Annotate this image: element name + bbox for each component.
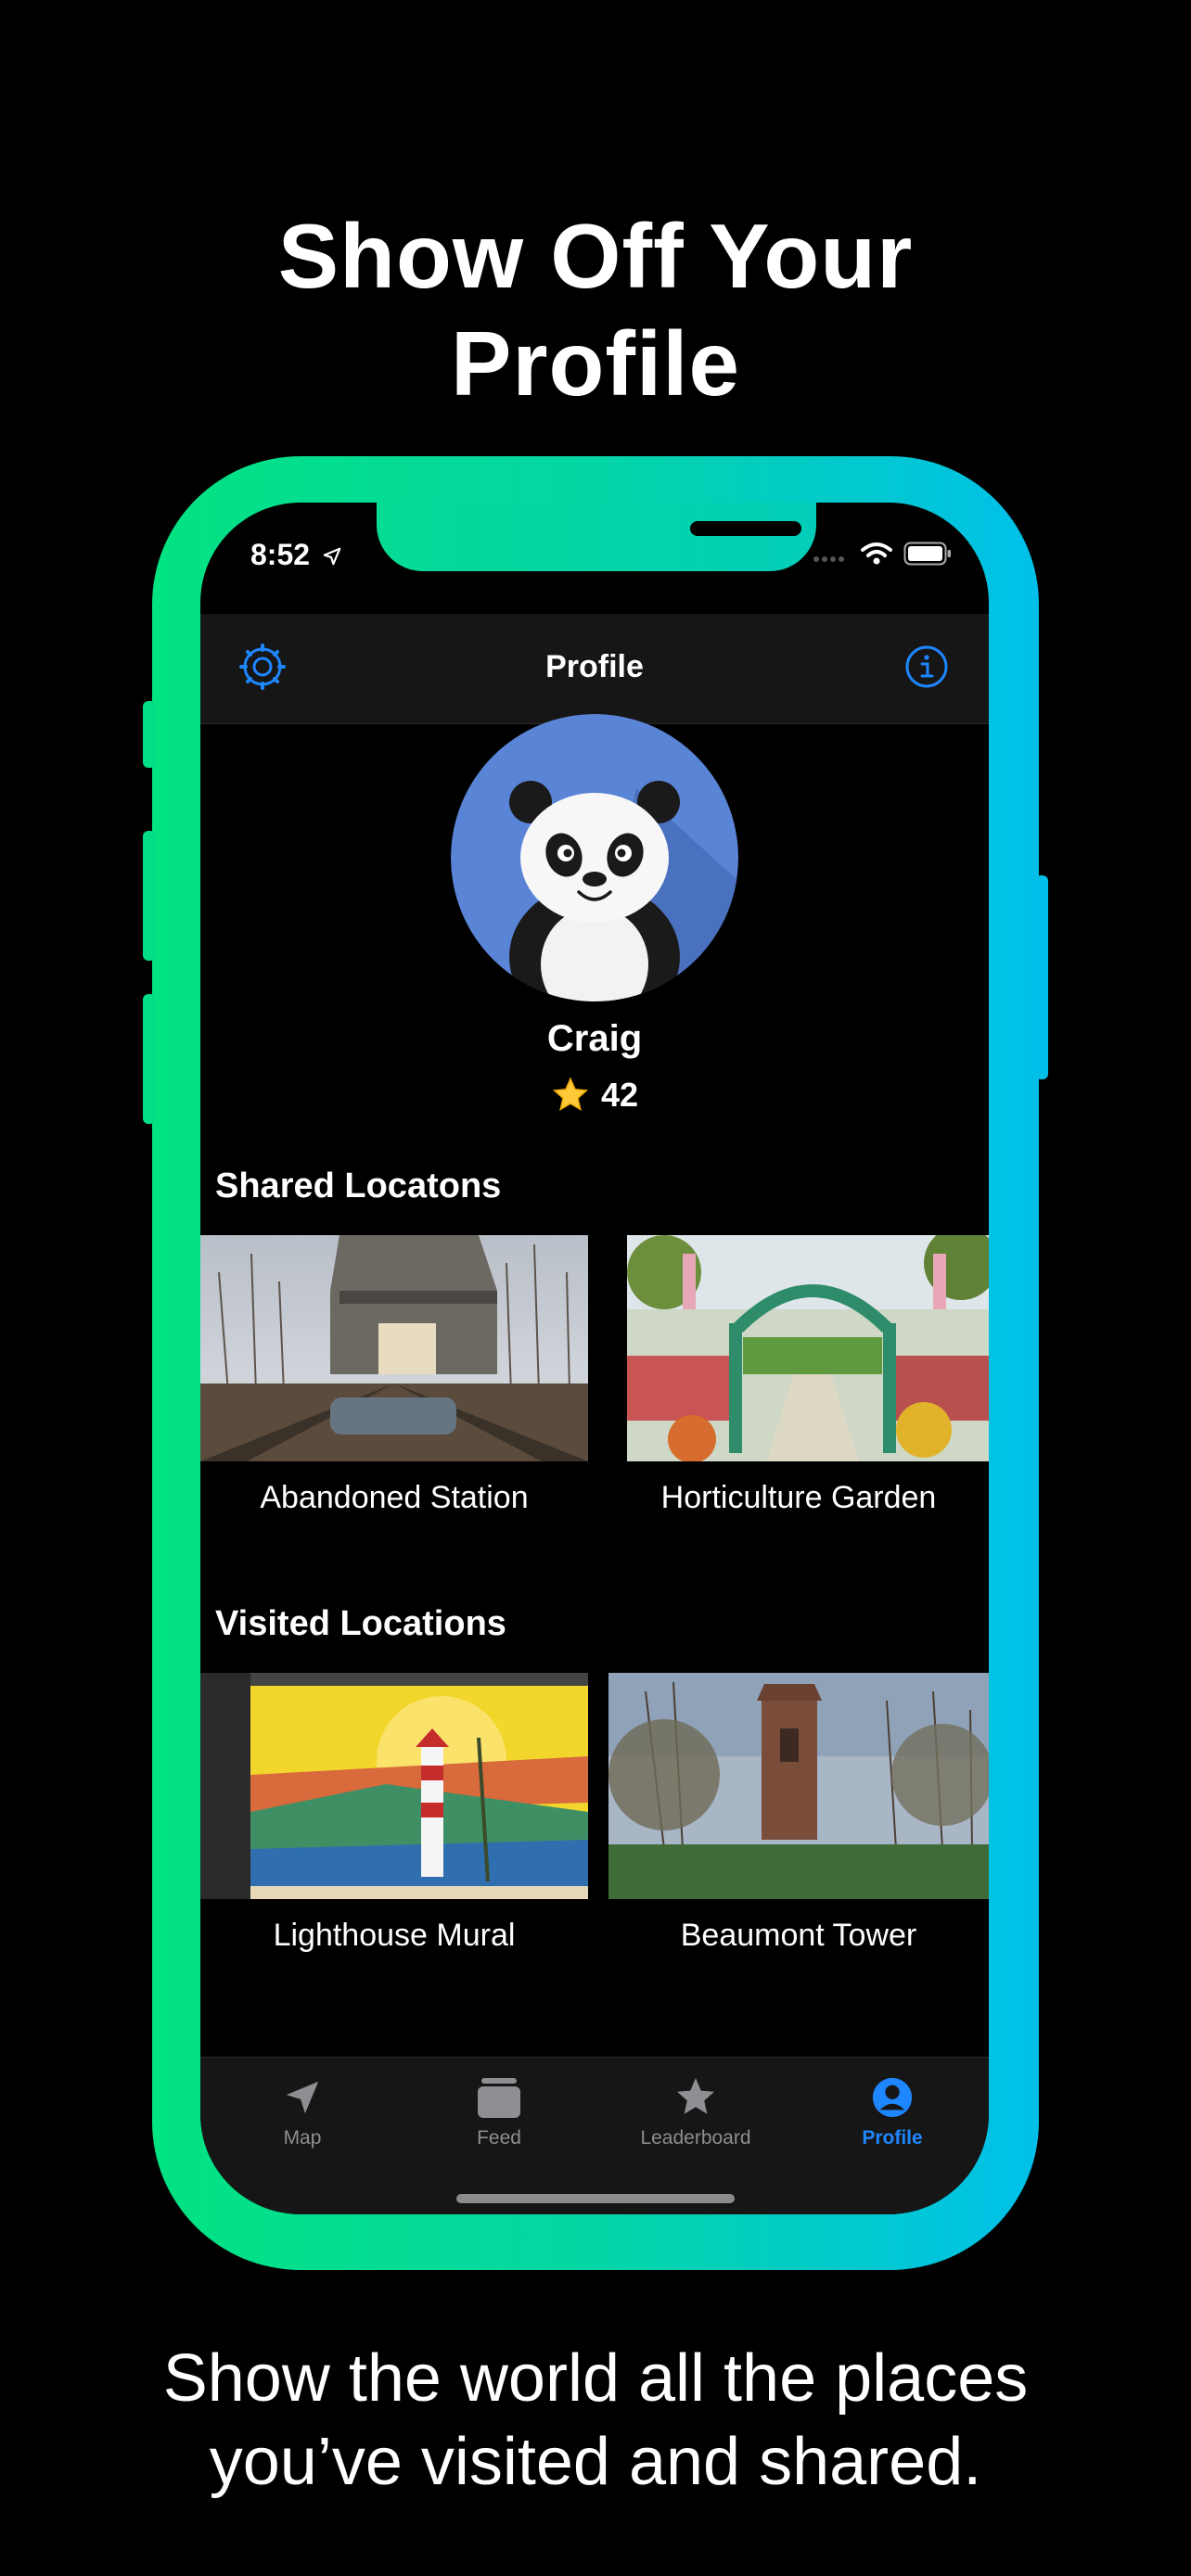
card-caption: Horticulture Garden [660,1480,937,1515]
star-icon [677,2078,714,2114]
beaumont-tower-photo [608,1673,989,1899]
shared-locations-title: Shared Locatons [215,1167,502,1205]
headline-line-2: Profile [451,312,740,414]
feed-icon [478,2078,520,2118]
page-title: Profile [545,649,644,684]
power-button [1035,875,1048,1079]
star-icon [552,1077,589,1112]
camera [848,516,874,542]
notch [377,503,874,571]
visited-location-card-2[interactable]: Beaumont Tower [608,1673,989,1953]
battery-icon [903,542,951,566]
tab-leaderboard[interactable]: Leaderboard [597,2076,794,2149]
tab-profile[interactable]: Profile [794,2076,989,2149]
tab-map[interactable]: Map [204,2076,401,2149]
subtitle-line-1: Show the world all the places [162,2341,1029,2416]
visited-location-card-1[interactable]: Lighthouse Mural [200,1673,588,1953]
card-caption: Abandoned Station [260,1480,529,1515]
subtitle-line-2: you’ve visited and shared. [209,2425,982,2499]
profile-name: Craig [546,1018,643,1059]
tab-label: Map [283,2127,322,2149]
lighthouse-mural-photo [200,1673,588,1899]
score-value: 42 [600,1076,639,1114]
subtitle: Show the world all the places you’ve vis… [0,2337,1191,2504]
abandoned-station-photo [200,1235,588,1461]
profile-score: 42 [200,1076,989,1115]
volume-up-button [143,831,156,961]
cellular-signal-icon [813,556,844,562]
info-icon[interactable] [902,642,952,692]
card-caption: Beaumont Tower [680,1918,917,1953]
wifi-icon [861,542,892,565]
tab-label: Leaderboard [640,2127,751,2149]
location-arrow-icon [286,2081,319,2114]
card-caption: Lighthouse Mural [273,1918,516,1953]
tab-label: Feed [477,2127,521,2149]
mute-switch [143,701,156,768]
volume-down-button [143,994,156,1124]
tab-feed[interactable]: Feed [401,2076,597,2149]
shared-location-card-1[interactable]: Abandoned Station [200,1235,588,1515]
tab-label: Profile [862,2127,923,2149]
speaker [690,521,801,536]
visited-locations-title: Visited Locations [215,1604,506,1643]
avatar[interactable] [451,714,738,1001]
shared-location-card-2[interactable]: Horticulture Garden [627,1235,989,1515]
tab-bar: Map Feed Leaderboard Profile [200,2057,989,2214]
phone-screen: 8:52 Profile Craig 42 Shared Locatons Ab… [200,503,989,2214]
headline: Show Off Your Profile [0,202,1191,417]
horticulture-garden-photo [627,1235,989,1461]
headline-line-1: Show Off Your [277,205,914,307]
status-time-text: 8:52 [250,538,311,571]
panda-avatar-image [451,714,738,1001]
home-indicator[interactable] [456,2194,735,2203]
navigation-bar: Profile [200,614,989,724]
person-icon [872,2077,913,2118]
status-time: 8:52 [250,538,342,572]
location-services-icon [323,547,341,566]
status-indicators [813,542,952,566]
